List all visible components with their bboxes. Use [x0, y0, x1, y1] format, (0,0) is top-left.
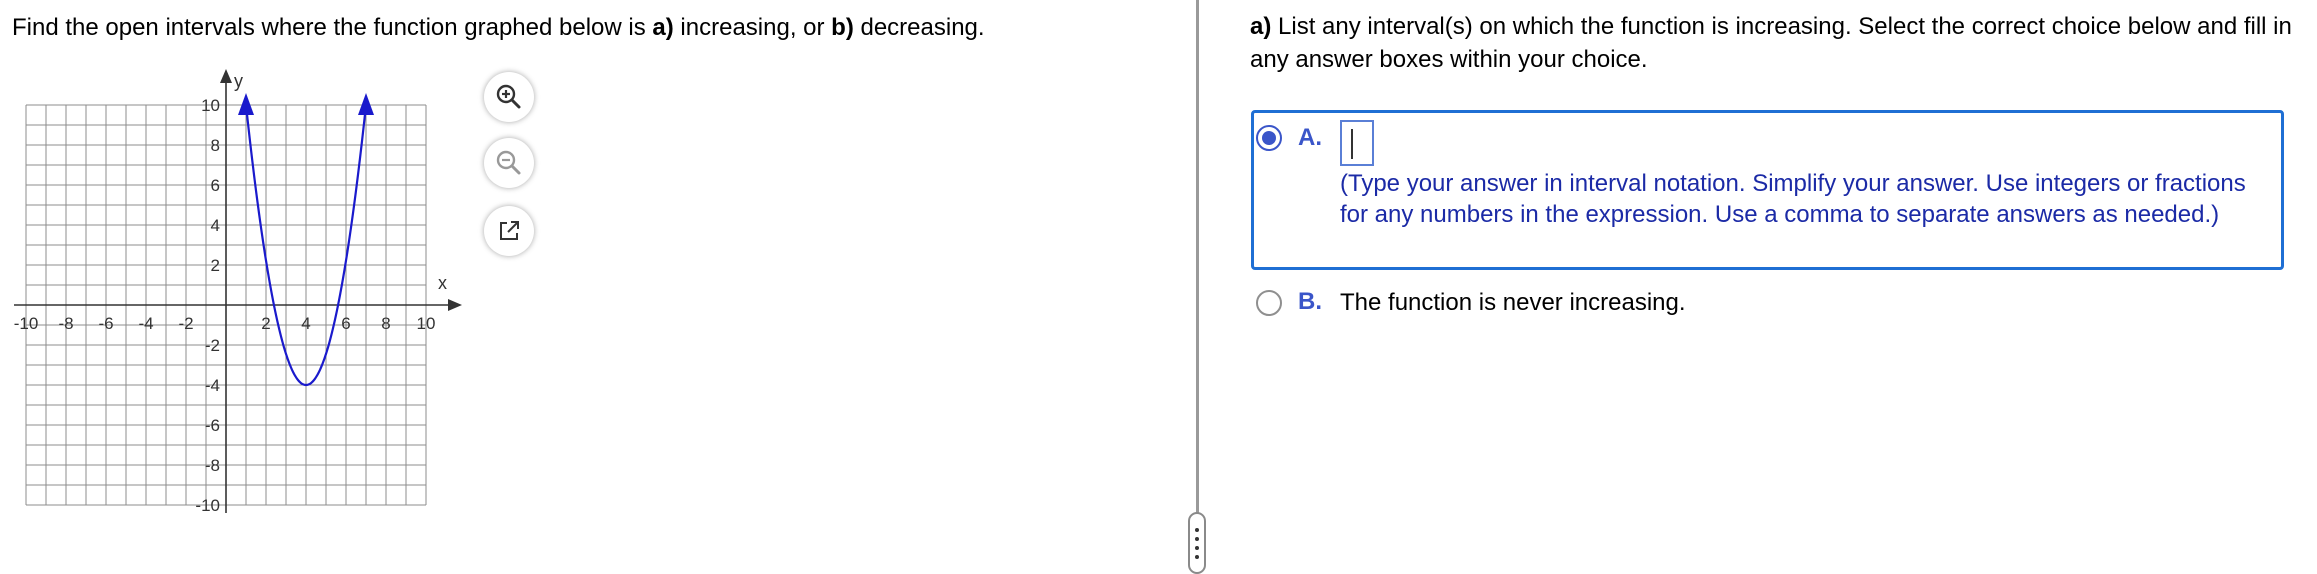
- y-tick-label: 6: [211, 176, 220, 195]
- curve-arrow: [358, 93, 374, 115]
- choice-b-text[interactable]: The function is never increasing.: [1340, 287, 1686, 319]
- choice-b-radio[interactable]: [1256, 290, 1282, 316]
- choice-a-instructions: (Type your answer in interval notation. …: [1340, 170, 2246, 228]
- y-tick-label: -2: [205, 336, 220, 355]
- x-tick-label: 10: [417, 314, 436, 333]
- zoom-out-icon: [496, 150, 521, 175]
- curve-arrow: [238, 93, 254, 115]
- question-a-label: a): [652, 14, 674, 41]
- function-graph: x y -10 -8 -6 -4 -2 2 4 6 8 10 10 8 6 4 2 -2 -4 -6 -8 -10: [14, 69, 462, 515]
- x-tick-label: -8: [58, 314, 73, 333]
- y-tick-label: -6: [205, 416, 220, 435]
- x-tick-label: 2: [261, 314, 270, 333]
- y-tick-label: -4: [205, 376, 220, 395]
- y-axis-arrow: [220, 69, 232, 83]
- popout-button[interactable]: [484, 206, 534, 256]
- y-tick-label: 2: [211, 256, 220, 275]
- x-axis-label: x: [438, 273, 447, 293]
- interval-answer-input[interactable]: [1340, 120, 1374, 166]
- x-tick-label: -6: [98, 314, 113, 333]
- question-part3: decreasing.: [853, 14, 985, 41]
- x-axis-arrow: [448, 299, 462, 311]
- question-b-label: b): [831, 14, 854, 41]
- answer-pane: a) List any interval(s) on which the fun…: [1199, 0, 2317, 571]
- zoom-in-button[interactable]: [484, 72, 534, 122]
- x-tick-label: 4: [301, 314, 310, 333]
- choice-b-letter: B.: [1298, 288, 1322, 315]
- y-tick-label: 8: [211, 136, 220, 155]
- choice-a-letter: A.: [1298, 124, 1322, 151]
- question-pane: Find the open intervals where the functi…: [0, 0, 1196, 571]
- question-part2: increasing, or: [673, 14, 832, 41]
- y-tick-label: 4: [211, 216, 220, 235]
- part-a-text: List any interval(s) on which the functi…: [1250, 13, 2292, 73]
- x-tick-label: -10: [14, 314, 39, 333]
- y-tick-label: -8: [205, 456, 220, 475]
- x-tick-label: -2: [178, 314, 193, 333]
- choice-a-radio[interactable]: [1256, 125, 1282, 151]
- x-tick-label: 6: [341, 314, 350, 333]
- part-a-label: a): [1250, 13, 1272, 40]
- zoom-out-button[interactable]: [484, 138, 534, 188]
- x-tick-label: -4: [138, 314, 153, 333]
- zoom-in-icon: [496, 84, 521, 109]
- part-a-prompt: a) List any interval(s) on which the fun…: [1250, 10, 2310, 76]
- popout-icon: [500, 221, 519, 240]
- x-tick-label: 8: [381, 314, 390, 333]
- text-caret: [1351, 129, 1353, 159]
- y-tick-label: -10: [195, 496, 220, 515]
- y-tick-label: 10: [201, 96, 220, 115]
- y-axis-label: y: [234, 71, 243, 91]
